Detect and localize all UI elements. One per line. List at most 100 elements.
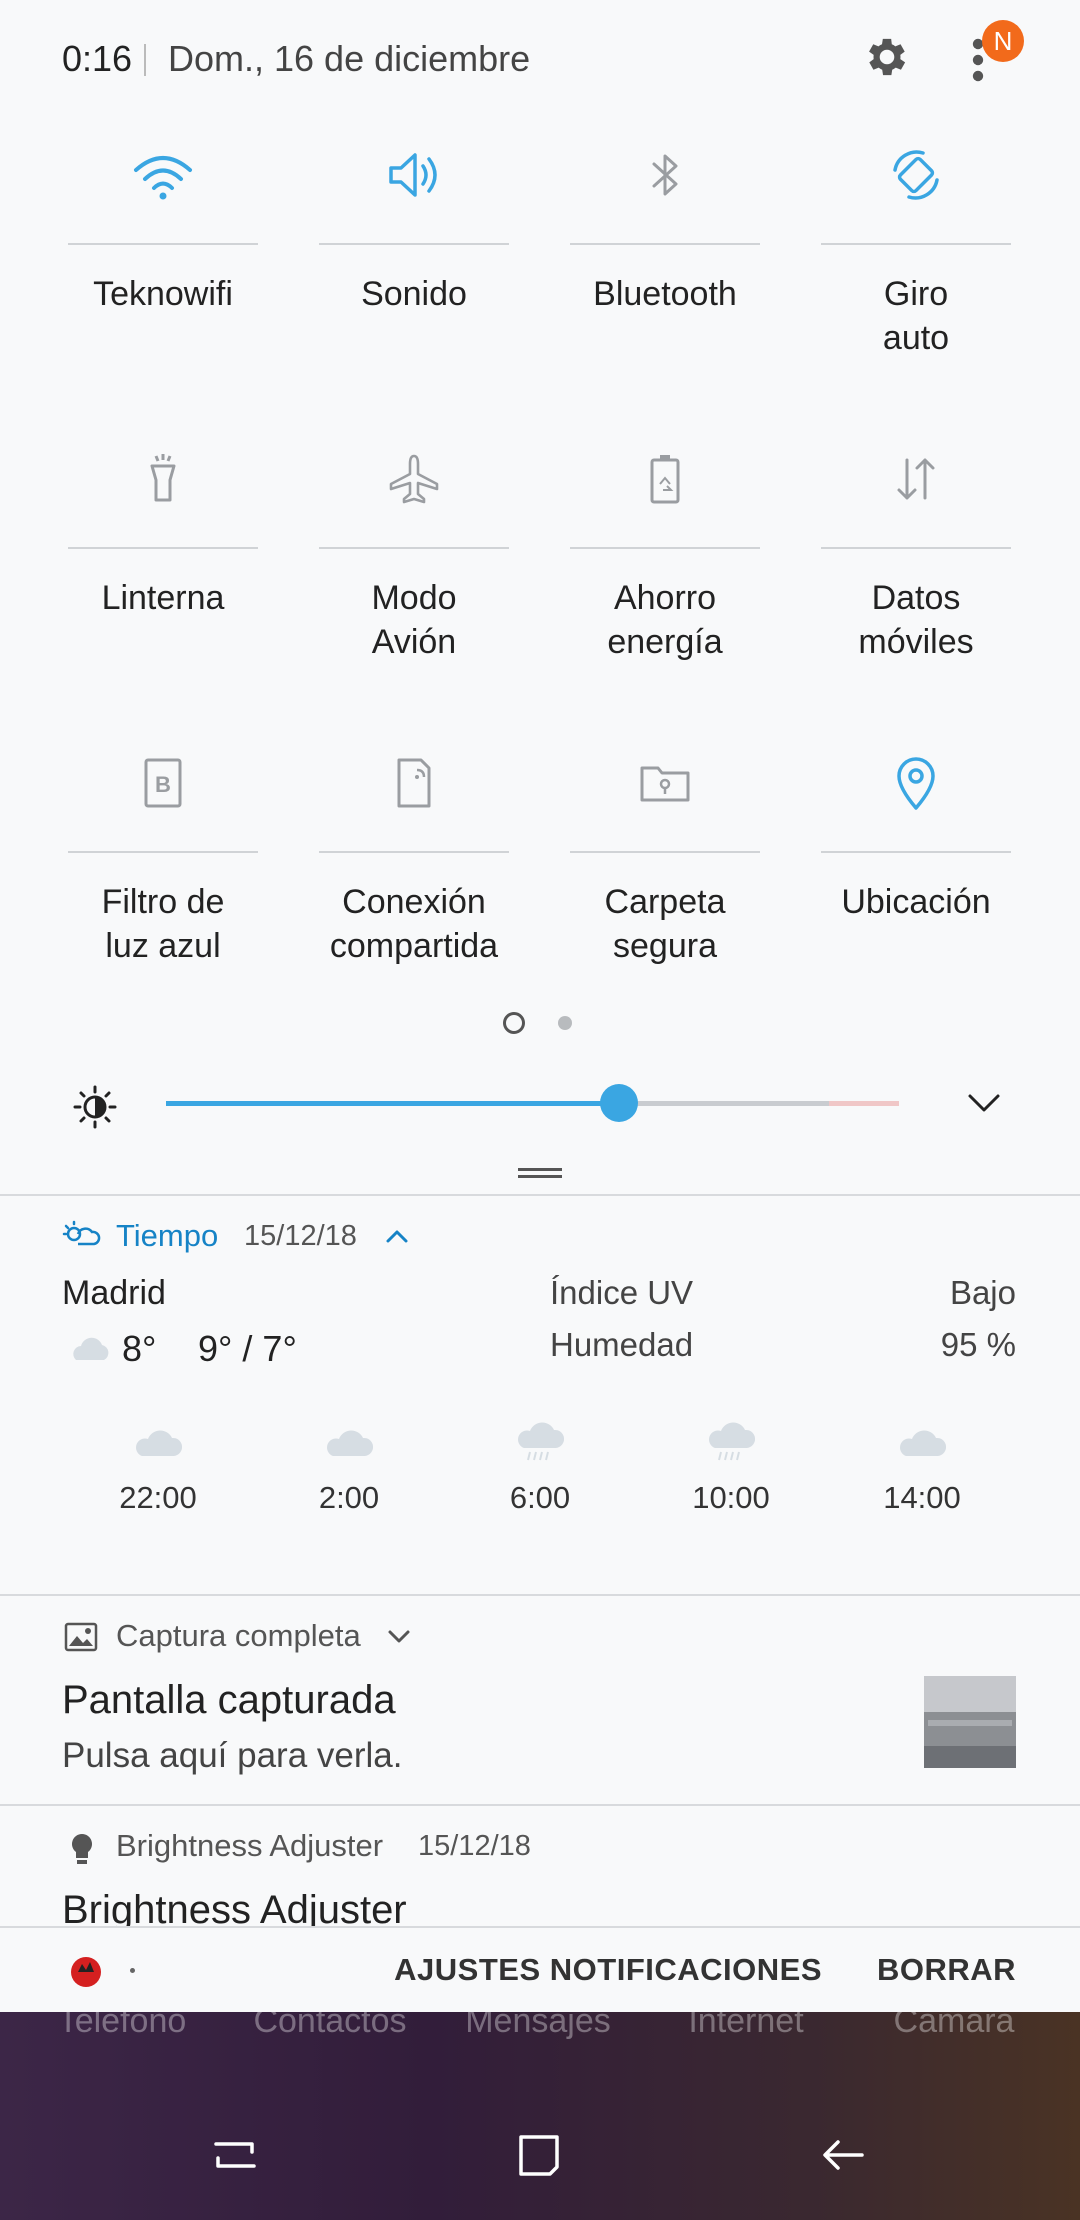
image-icon [64,1622,98,1652]
tile-label: Ubicación [841,883,991,921]
expand-caret-icon[interactable] [386,1628,412,1646]
rain-icon [708,1422,756,1461]
collapse-caret-icon[interactable] [384,1226,410,1246]
home-button-icon[interactable] [514,2130,564,2180]
weather-app-name: Tiempo [116,1218,219,1253]
weather-notification[interactable]: Tiempo 15/12/18 Madrid 8° 9° / 7° Índice… [0,1198,1080,1594]
forecast-item: 22:00 [88,1420,228,1516]
notification-date: 15/12/18 [418,1830,531,1862]
uv-value: Bajo [949,1274,1016,1311]
status-bar: 0:16 Dom., 16 de diciembre N [0,0,1080,120]
screenshot-notification[interactable]: Captura completa Pantalla capturada Puls… [0,1596,1080,1804]
tile-label: Filtro de luz azul [101,883,225,965]
recent-apps-icon[interactable] [210,2130,260,2180]
expand-chevron-icon[interactable] [966,1088,1002,1118]
current-temperature: 8° [122,1328,157,1369]
flashlight-icon [150,454,176,502]
forecast-item: 2:00 [279,1420,419,1516]
brightness-track-high[interactable] [829,1101,899,1106]
weather-date: 15/12/18 [244,1220,357,1252]
airplane-icon [389,454,439,504]
bluetooth-icon [652,154,678,196]
tile-label: Datos móviles [858,579,974,661]
forecast-item: 6:00 [470,1420,610,1516]
tile-divider [319,243,509,245]
tile-label: Carpeta segura [604,883,726,965]
clock: 0:16 [62,38,133,79]
battery-saver-icon [650,455,680,504]
clear-all-button[interactable]: BORRAR [877,1952,1016,1988]
tile-divider [68,243,258,245]
tile-label: Ahorro energía [607,579,723,661]
date-label: Dom., 16 de diciembre [168,38,531,79]
tile-divider [68,851,258,853]
notification-title: Brightness Adjuster [62,1888,407,1926]
dock-label-camera[interactable]: Cámara [854,2012,1054,2041]
blue-light-filter-icon: B [144,758,182,808]
volume-icon [389,153,437,197]
tile-divider [570,851,760,853]
dock-label-contacts[interactable]: Contactos [230,2012,430,2041]
dock-label-internet[interactable]: Internet [646,2012,846,2041]
overflow-dot [130,1968,135,1973]
wifi-icon [134,156,192,200]
mobile-data-icon [897,458,935,500]
dock-label-phone[interactable]: Teléfono [22,2012,222,2041]
forecast-item: 10:00 [661,1420,801,1516]
cloud-icon [326,1430,374,1456]
weather-app-icon [62,1220,101,1246]
tile-label: Bluetooth [593,275,737,313]
notification-actions-bar: AJUSTES NOTIFICACIONES BORRAR [0,1926,1080,2012]
brightness-icon [73,1085,117,1129]
screenshot-thumbnail[interactable] [924,1676,1016,1768]
tile-divider [821,547,1011,549]
page-dot[interactable] [558,1016,572,1030]
brightness-track[interactable] [619,1101,829,1106]
brightness-track-filled[interactable] [166,1101,619,1106]
tile-label: Teknowifi [93,275,233,313]
tile-divider [319,851,509,853]
tile-divider [570,547,760,549]
bulb-icon [72,1834,92,1864]
forecast-time: 6:00 [509,1480,571,1515]
back-button-icon[interactable] [818,2130,868,2180]
page-indicator [0,1012,1080,1034]
home-screen-background: Teléfono Contactos Mensajes Internet Cám… [0,2012,1080,2220]
app-notification-icon [71,1957,101,1987]
cloud-icon [899,1430,947,1456]
notification-app-name: Captura completa [116,1618,361,1653]
tile-divider [570,243,760,245]
cloud-icon [73,1337,109,1360]
forecast-time: 22:00 [119,1480,197,1515]
tile-label: Linterna [101,579,225,617]
notification-settings-button[interactable]: AJUSTES NOTIFICACIONES [394,1952,822,1988]
brightness-adjuster-notification[interactable]: Brightness Adjuster 15/12/18 Brightness … [0,1806,1080,1926]
dock-label-messages[interactable]: Mensajes [438,2012,638,2041]
svg-text:B: B [155,772,171,797]
settings-gear-icon[interactable] [862,32,912,82]
tile-divider [821,243,1011,245]
drag-handle[interactable] [518,1168,562,1178]
forecast-time: 10:00 [692,1480,770,1515]
tile-label: Conexión compartida [329,883,499,965]
humidity-label: Humedad [550,1326,694,1363]
notification-app-name: Brightness Adjuster [116,1828,384,1863]
tile-divider [821,851,1011,853]
weather-city: Madrid [62,1274,166,1312]
notification-badge: N [982,20,1024,62]
tile-label: Sonido [361,275,467,313]
forecast-time: 2:00 [318,1480,380,1515]
forecast-time: 14:00 [883,1480,961,1515]
uv-label: Índice UV [550,1274,694,1311]
divider [0,1194,1080,1196]
forecast-item: 14:00 [852,1420,992,1516]
divider [144,44,146,76]
page-dot-current[interactable] [503,1012,525,1034]
secure-folder-icon [640,766,690,802]
rain-icon [517,1422,565,1461]
tile-divider [68,547,258,549]
notification-title: Pantalla capturada [62,1678,396,1722]
temperature-range: 9° / 7° [198,1328,297,1369]
rotate-icon [893,150,939,200]
brightness-slider-thumb[interactable] [600,1084,638,1122]
